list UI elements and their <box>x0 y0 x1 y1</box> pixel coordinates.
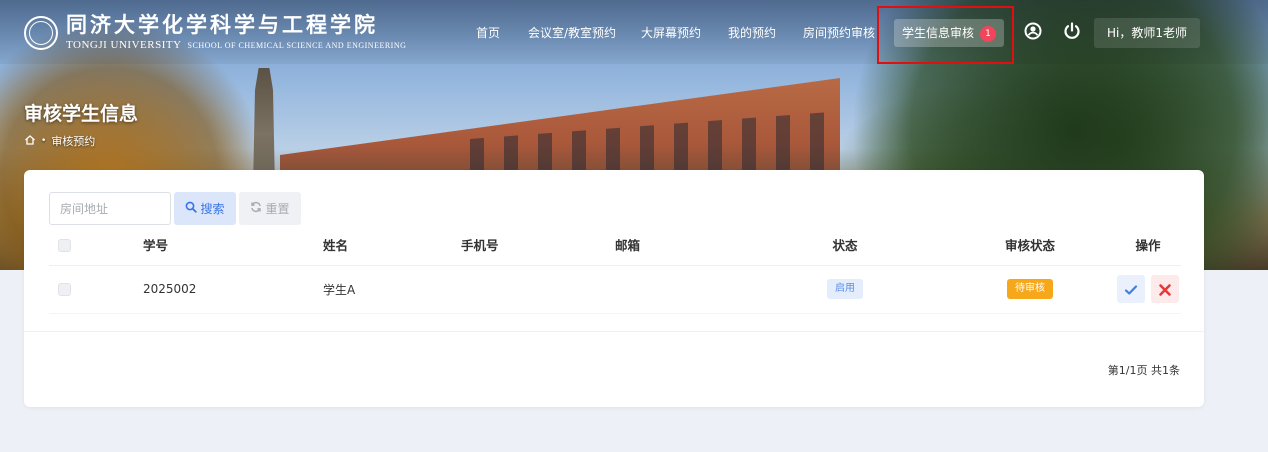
content-card: 搜索 重置 学号 姓名 手机号 邮箱 状态 审核状态 操作 2 <box>24 170 1204 407</box>
cell-phone <box>461 265 615 314</box>
select-all-cell <box>49 225 143 266</box>
audit-status-badge: 待审核 <box>1007 279 1053 299</box>
cell-student-id: 2025002 <box>143 265 323 314</box>
header-student-id[interactable]: 学号 <box>143 225 323 266</box>
header-status[interactable]: 状态 <box>745 225 945 266</box>
power-icon[interactable] <box>1062 22 1082 42</box>
highlight-box <box>877 6 1014 64</box>
top-navigation-bar: 同济大学化学科学与工程学院 TONGJI UNIVERSITY SCHOOL OF… <box>0 0 1268 64</box>
search-toolbar: 搜索 重置 <box>49 192 301 225</box>
approve-button[interactable] <box>1117 275 1146 303</box>
header-name[interactable]: 姓名 <box>323 225 461 266</box>
page-title: 审核学生信息 <box>24 103 139 125</box>
header-phone[interactable]: 手机号 <box>461 225 615 266</box>
cell-email <box>615 265 745 314</box>
nav-item-home[interactable]: 首页 <box>476 18 500 48</box>
close-icon <box>1159 283 1171 296</box>
status-badge: 启用 <box>827 279 863 299</box>
nav-item-room-booking[interactable]: 会议室/教室预约 <box>528 18 616 48</box>
check-icon <box>1124 284 1138 295</box>
room-address-input[interactable] <box>49 192 171 225</box>
header-audit-status[interactable]: 审核状态 <box>945 225 1115 266</box>
user-circle-icon[interactable] <box>1023 22 1043 42</box>
student-table: 学号 姓名 手机号 邮箱 状态 审核状态 操作 2025002 学生A 启用 待… <box>49 225 1181 314</box>
card-divider <box>24 331 1204 332</box>
nav-item-screen-booking[interactable]: 大屏幕预约 <box>641 18 701 48</box>
reject-button[interactable] <box>1150 275 1179 303</box>
row-select-cell <box>49 265 143 314</box>
cell-name: 学生A <box>323 265 461 314</box>
search-button-label: 搜索 <box>200 202 225 216</box>
cell-actions <box>1115 265 1181 314</box>
table-header-row: 学号 姓名 手机号 邮箱 状态 审核状态 操作 <box>49 225 1181 266</box>
select-all-checkbox[interactable] <box>58 239 71 253</box>
table-row: 2025002 学生A 启用 待审核 <box>49 265 1181 314</box>
cell-status: 启用 <box>745 265 945 314</box>
breadcrumb-separator: • <box>41 136 47 146</box>
user-greeting[interactable]: Hi，教师1老师 <box>1094 18 1200 48</box>
row-checkbox[interactable] <box>58 283 71 296</box>
header-actions: 操作 <box>1115 225 1181 266</box>
search-icon <box>185 201 198 217</box>
breadcrumb-current: 审核预约 <box>51 135 96 148</box>
reset-button[interactable]: 重置 <box>239 192 301 225</box>
home-icon[interactable] <box>24 134 36 149</box>
reset-button-label: 重置 <box>265 202 290 216</box>
header-email[interactable]: 邮箱 <box>615 225 745 266</box>
search-button[interactable]: 搜索 <box>174 192 236 225</box>
breadcrumb: • 审核预约 <box>24 133 95 149</box>
pagination-info: 第1/1页 共1条 <box>1107 364 1180 377</box>
nav-item-my-bookings[interactable]: 我的预约 <box>728 18 776 48</box>
refresh-icon <box>250 201 262 217</box>
nav-item-room-audit[interactable]: 房间预约审核 <box>803 18 875 48</box>
cell-audit-status: 待审核 <box>945 265 1115 314</box>
